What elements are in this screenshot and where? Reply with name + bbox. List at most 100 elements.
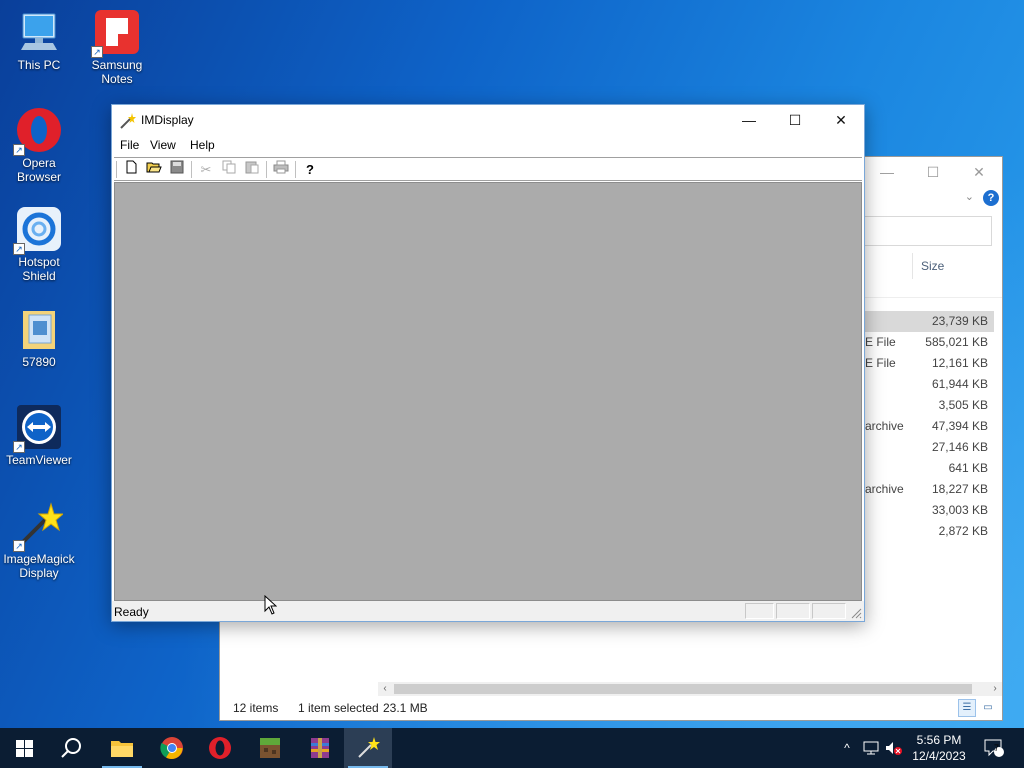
column-header-size[interactable]: Size (912, 253, 992, 279)
copy-icon[interactable] (219, 160, 239, 179)
imagemagick-icon[interactable] (344, 728, 392, 768)
file-row[interactable]: 23,739 KB (860, 311, 994, 332)
menu-bar: File View Help (112, 136, 864, 156)
file-type: archive (865, 482, 904, 496)
this-pc-icon (15, 8, 63, 56)
file-size: 2,872 KB (938, 524, 988, 538)
menu-file[interactable]: File (120, 138, 139, 152)
file-row[interactable]: 3,505 KB (860, 395, 994, 416)
file-row[interactable]: 641 KB (860, 458, 994, 479)
divider (860, 297, 1002, 298)
system-clock[interactable]: 5:56 PM 12/4/2023 (900, 732, 978, 764)
file-row[interactable]: archive 47,394 KB (860, 416, 994, 437)
open-icon[interactable] (144, 160, 164, 179)
shortcut-arrow-icon: ↗ (13, 144, 25, 156)
file-size: 3,505 KB (938, 398, 988, 412)
large-icons-view-icon[interactable]: ▭ (979, 699, 997, 717)
clock-date: 12/4/2023 (912, 749, 966, 763)
status-bar: Ready (112, 601, 864, 621)
network-icon[interactable] (861, 728, 881, 768)
search-icon[interactable] (48, 728, 96, 768)
image-canvas[interactable] (114, 182, 862, 601)
desktop-icon-label: 57890 (22, 355, 56, 369)
toolbar-separator (191, 161, 192, 178)
desktop-icon-samsung-notes[interactable]: ↗ Samsung Notes (79, 8, 155, 86)
shortcut-arrow-icon: ↗ (13, 243, 25, 255)
toolbar-separator (295, 161, 296, 178)
maximize-icon[interactable]: ☐ (772, 105, 818, 135)
item-count: 12 items (233, 701, 279, 715)
file-row[interactable]: 33,003 KB (860, 500, 994, 521)
desktop-icon-opera[interactable]: ↗ Opera Browser (1, 106, 77, 184)
menu-help[interactable]: Help (190, 138, 215, 152)
desktop-icon-teamviewer[interactable]: ↗ TeamViewer (1, 403, 77, 467)
minimize-icon[interactable]: — (726, 105, 772, 135)
desktop-icon-hotspot-shield[interactable]: ↗ Hotspot Shield (1, 205, 77, 283)
close-icon[interactable]: ✕ (818, 105, 864, 135)
notification-icon[interactable]: 7 (982, 728, 1006, 768)
selection-count: 1 item selected (298, 701, 379, 715)
mouse-cursor-icon (264, 595, 277, 615)
file-size: 18,227 KB (931, 482, 988, 496)
desktop-icon-this-pc[interactable]: This PC (1, 8, 77, 72)
minecraft-icon[interactable] (246, 728, 294, 768)
shortcut-arrow-icon: ↗ (13, 540, 25, 552)
file-row[interactable]: E File 585,021 KB (860, 332, 994, 353)
file-size: 47,394 KB (931, 419, 988, 433)
file-row[interactable]: E File 12,161 KB (860, 353, 994, 374)
desktop-icon-57890[interactable]: 57890 (1, 305, 77, 369)
start-icon[interactable] (0, 728, 48, 768)
imdisplay-window[interactable]: IMDisplay — ☐ ✕ File View Help ✂ ? Ready (111, 104, 865, 622)
maximize-icon[interactable]: ☐ (910, 157, 956, 187)
file-row[interactable]: 2,872 KB (860, 521, 994, 542)
paste-icon[interactable] (242, 160, 262, 179)
desktop-icon-label: This PC (17, 58, 61, 72)
file-size: 585,021 KB (925, 335, 988, 349)
file-row[interactable]: 61,944 KB (860, 374, 994, 395)
chrome-icon[interactable] (148, 728, 196, 768)
scroll-left-icon[interactable]: ‹ (378, 682, 392, 696)
window-title: IMDisplay (141, 113, 194, 127)
opera-icon: ↗ (13, 106, 63, 156)
details-view-icon[interactable]: ☰ (958, 699, 976, 717)
menu-view[interactable]: View (150, 138, 176, 152)
desktop-icon-label: Browser (16, 170, 61, 184)
chevron-down-icon[interactable]: ⌄ (965, 190, 974, 203)
samsung-notes-icon: ↗ (91, 8, 141, 58)
file-row[interactable]: archive 18,227 KB (860, 479, 994, 500)
desktop-icon-label: ImageMagick (3, 552, 75, 566)
file-size: 27,146 KB (931, 440, 988, 454)
desktop-icon-imagemagick-display[interactable]: ↗ ImageMagick Display (1, 502, 77, 580)
new-icon[interactable] (121, 160, 141, 179)
taskbar: ^ 5:56 PM 12/4/2023 7 (0, 728, 1024, 768)
winrar-icon[interactable] (296, 728, 344, 768)
horizontal-scrollbar[interactable]: ‹ › (378, 682, 1002, 696)
close-icon[interactable]: ✕ (956, 157, 1002, 187)
minimize-icon[interactable]: — (864, 157, 910, 187)
file-list: 23,739 KB E File 585,021 KB E File 12,16… (860, 311, 994, 542)
scroll-right-icon[interactable]: › (988, 682, 1002, 696)
file-row[interactable]: 27,146 KB (860, 437, 994, 458)
status-pane (745, 603, 774, 619)
file-type: archive (865, 419, 904, 433)
title-bar[interactable]: IMDisplay — ☐ ✕ (112, 105, 864, 135)
file-explorer-icon[interactable] (98, 728, 146, 768)
save-icon[interactable] (167, 160, 187, 179)
print-icon[interactable] (271, 160, 291, 179)
file-size: 23,739 KB (931, 314, 988, 328)
search-input[interactable] (860, 216, 992, 246)
cut-icon[interactable]: ✂ (196, 160, 216, 179)
resize-grip-icon[interactable] (851, 608, 862, 619)
chevron-up-icon[interactable]: ^ (838, 728, 856, 768)
notification-count: 7 (994, 743, 1000, 753)
help-icon[interactable]: ? (983, 190, 999, 206)
shortcut-arrow-icon: ↗ (91, 46, 103, 58)
toolbar-grip[interactable] (116, 161, 119, 178)
opera-icon[interactable] (196, 728, 244, 768)
scrollbar-thumb[interactable] (394, 684, 972, 694)
help-icon[interactable]: ? (300, 160, 320, 179)
explorer-status-bar: 12 items 1 item selected 23.1 MB ☰ ▭ (220, 696, 1002, 720)
file-size: 33,003 KB (931, 503, 988, 517)
selection-size: 23.1 MB (383, 701, 428, 715)
explorer-caption-buttons: — ☐ ✕ (864, 157, 1002, 187)
